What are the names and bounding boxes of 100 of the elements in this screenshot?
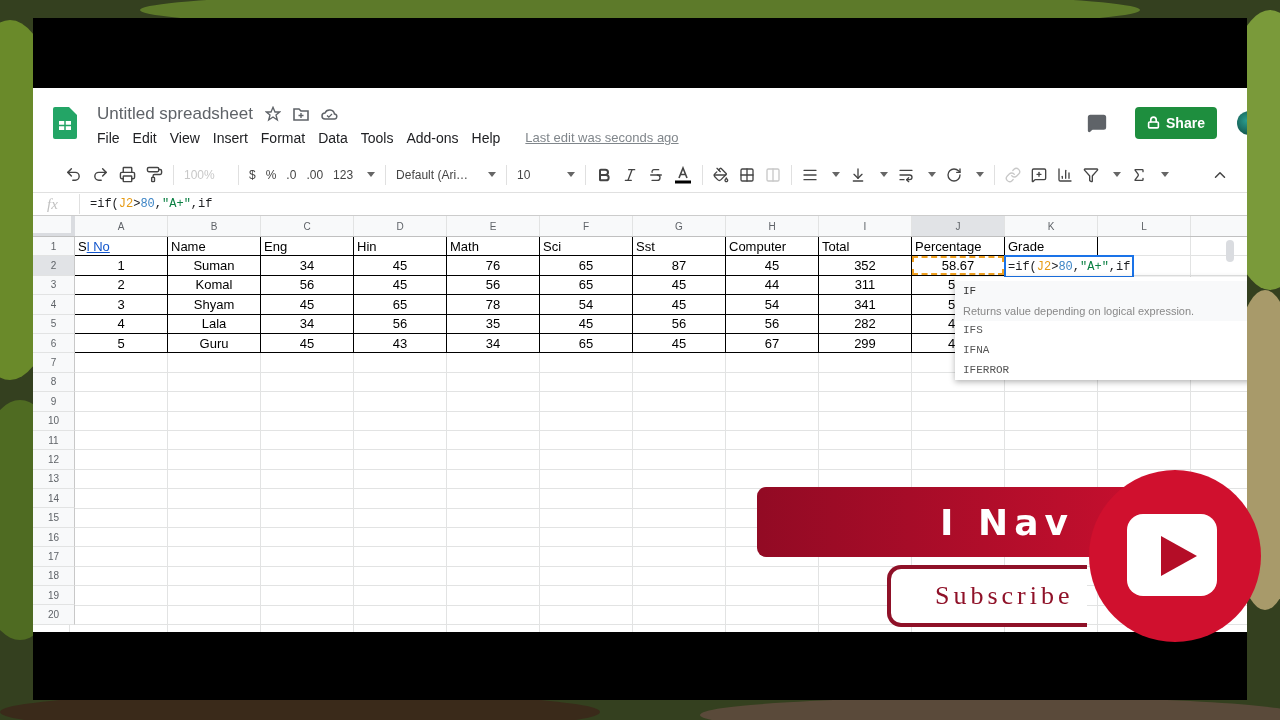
table-cell: 56: [354, 314, 447, 334]
row-number[interactable]: 11: [33, 430, 75, 451]
percent-format-button[interactable]: %: [265, 167, 277, 182]
caret-icon[interactable]: [832, 172, 841, 177]
menu-item[interactable]: Help: [471, 129, 509, 146]
menu-item[interactable]: Insert: [212, 129, 256, 146]
scrollbar[interactable]: [1226, 240, 1234, 262]
row-number[interactable]: 15: [33, 508, 75, 528]
subscribe-button[interactable]: Subscribe: [887, 565, 1087, 627]
column-header[interactable]: F: [540, 216, 633, 236]
table-cell: Hin: [354, 237, 447, 257]
undo-icon[interactable]: [65, 166, 82, 183]
row-number[interactable]: 19: [33, 586, 75, 606]
caret-icon[interactable]: [880, 172, 889, 177]
share-button[interactable]: Share: [1135, 106, 1217, 139]
menu-item[interactable]: Add-ons: [406, 129, 467, 146]
row-number[interactable]: 13: [33, 469, 75, 490]
caret-icon[interactable]: [1113, 172, 1122, 177]
number-format-select[interactable]: 123: [333, 167, 354, 182]
table-cell: 54: [726, 295, 819, 315]
row-number[interactable]: 14: [33, 489, 75, 509]
decrease-decimals-button[interactable]: .0: [286, 167, 297, 182]
spreadsheet-logo-icon[interactable]: [53, 106, 77, 139]
print-icon[interactable]: [119, 166, 136, 183]
table-cell: Guru: [168, 333, 261, 354]
table-cell: 45: [633, 295, 726, 315]
menu-item[interactable]: Format: [260, 129, 314, 146]
table-cell: 76: [447, 256, 540, 276]
menu-item[interactable]: Tools: [360, 129, 402, 146]
font-size-select[interactable]: 10: [517, 167, 554, 182]
menu-item[interactable]: View: [169, 129, 208, 146]
table-cell: 65: [354, 295, 447, 315]
folder-icon[interactable]: [292, 106, 309, 121]
row-number[interactable]: 18: [33, 566, 75, 587]
caret-icon[interactable]: [1161, 172, 1170, 177]
add-comment-icon[interactable]: [1031, 166, 1048, 183]
table-cell: 311: [819, 275, 912, 296]
table-cell: Eng: [261, 237, 354, 257]
row-number[interactable]: 10: [33, 411, 75, 431]
row-number[interactable]: 4: [33, 295, 75, 315]
borders-icon[interactable]: [739, 166, 756, 183]
column-header[interactable]: K: [1005, 216, 1098, 236]
suggestion-item[interactable]: IFERROR: [955, 360, 1247, 380]
menu-item[interactable]: File: [97, 129, 128, 146]
currency-format-button[interactable]: $: [249, 167, 256, 182]
cell-editor[interactable]: =if(J2>80,"A+",if: [1004, 255, 1135, 279]
row-number[interactable]: 6: [33, 333, 75, 354]
column-header[interactable]: B: [168, 216, 261, 236]
row-number[interactable]: 16: [33, 527, 75, 548]
menu-item[interactable]: Edit: [132, 129, 165, 146]
column-header[interactable]: A: [75, 216, 168, 236]
column-header[interactable]: C: [261, 216, 354, 236]
chart-icon[interactable]: [1057, 166, 1074, 183]
font-select[interactable]: Default (Ari…: [396, 167, 475, 182]
suggestion-item[interactable]: IF: [955, 281, 1247, 301]
document-title[interactable]: Untitled spreadsheet: [97, 103, 253, 124]
table-cell: 65: [540, 275, 633, 296]
text-rotation-icon[interactable]: [946, 166, 963, 183]
cloud-icon[interactable]: [320, 107, 338, 120]
caret-icon[interactable]: [976, 172, 985, 177]
row-number[interactable]: 17: [33, 547, 75, 567]
row-number[interactable]: 20: [33, 605, 75, 625]
row-number[interactable]: 8: [33, 372, 75, 393]
table-cell: 1: [75, 256, 168, 276]
row-number[interactable]: 5: [33, 314, 75, 334]
caret-icon[interactable]: [367, 172, 376, 177]
column-header[interactable]: J: [912, 216, 1005, 236]
column-header[interactable]: G: [633, 216, 726, 236]
formula-input[interactable]: =if(J2>80,"A+",if: [90, 197, 213, 211]
text-color-icon[interactable]: [674, 165, 693, 184]
caret-icon[interactable]: [567, 172, 576, 177]
column-header[interactable]: H: [726, 216, 819, 236]
last-edit-link[interactable]: Last edit was seconds ago: [525, 130, 679, 145]
increase-decimals-button[interactable]: .00: [306, 167, 324, 182]
table-cell: 56: [261, 275, 354, 296]
merge-cells-icon[interactable]: [765, 166, 782, 183]
row-number[interactable]: 1: [33, 237, 75, 257]
row-number[interactable]: 12: [33, 450, 75, 470]
comment-icon[interactable]: [1087, 112, 1107, 133]
table-cell: 45: [633, 333, 726, 354]
table-cell: 54: [540, 295, 633, 315]
redo-icon[interactable]: [92, 166, 109, 183]
row-number[interactable]: 7: [33, 353, 75, 373]
paint-roller-icon[interactable]: [146, 166, 163, 183]
caret-icon[interactable]: [488, 172, 497, 177]
strikethrough-icon[interactable]: [648, 166, 665, 183]
row-number[interactable]: 9: [33, 392, 75, 412]
filter-icon[interactable]: [1083, 166, 1100, 183]
caret-icon[interactable]: [928, 172, 937, 177]
column-header[interactable]: L: [1098, 216, 1191, 236]
menu-item[interactable]: Data: [318, 129, 356, 146]
column-header[interactable]: D: [354, 216, 447, 236]
row-number[interactable]: 3: [33, 275, 75, 296]
star-icon[interactable]: [264, 105, 281, 122]
bold-icon[interactable]: [596, 166, 613, 183]
column-header[interactable]: E: [447, 216, 540, 236]
column-header[interactable]: I: [819, 216, 912, 236]
table-cell: 3: [75, 295, 168, 315]
fill-color-icon[interactable]: [713, 166, 730, 183]
row-number[interactable]: 2: [33, 256, 75, 276]
